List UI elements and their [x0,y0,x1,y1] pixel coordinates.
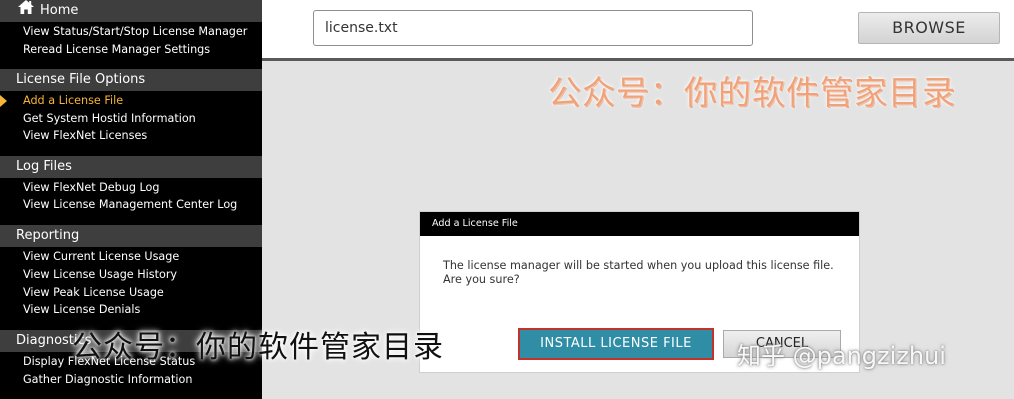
section-header-reporting: Reporting [0,225,262,247]
install-license-file-button[interactable]: INSTALL LICENSE FILE [518,328,714,360]
section-header-log-files: Log Files [0,156,262,178]
sidebar-item-reread-settings[interactable]: Reread License Manager Settings [23,41,210,58]
home-icon [18,0,34,22]
sidebar-item-view-flexnet-licenses[interactable]: View FlexNet Licenses [23,127,147,144]
section-header-license-file-options: License File Options [0,69,262,91]
license-file-input[interactable]: license.txt [313,10,753,46]
sidebar-home-header[interactable]: Home [0,0,262,22]
browse-button[interactable]: BROWSE [858,12,1000,44]
sidebar-item-get-hostid[interactable]: Get System Hostid Information [23,110,196,127]
sidebar-item-add-license-file[interactable]: Add a License File [23,92,123,109]
sidebar-item-usage-history[interactable]: View License Usage History [23,266,177,283]
home-label: Home [40,3,79,18]
watermark-orange: 公众号：你的软件管家目录 [548,73,956,112]
dialog-message: The license manager will be started when… [443,259,834,286]
sidebar-item-view-status[interactable]: View Status/Start/Stop License Manager [23,23,247,40]
dialog-title: Add a License File [420,212,859,236]
toolbar-divider [262,58,1014,61]
sidebar-item-gather-diagnostics[interactable]: Gather Diagnostic Information [23,371,192,388]
sidebar-item-peak-usage[interactable]: View Peak License Usage [23,284,164,301]
watermark-zhihu: 知乎 @pangzizhui [737,342,946,370]
sidebar-item-lmc-log[interactable]: View License Management Center Log [23,196,237,213]
sidebar-item-license-denials[interactable]: View License Denials [23,301,140,318]
sidebar-item-current-usage[interactable]: View Current License Usage [23,248,179,265]
sidebar-item-flexnet-debug-log[interactable]: View FlexNet Debug Log [23,179,159,196]
watermark-black: 公众号：你的软件管家目录 [72,330,444,365]
active-item-marker-icon [0,95,7,107]
